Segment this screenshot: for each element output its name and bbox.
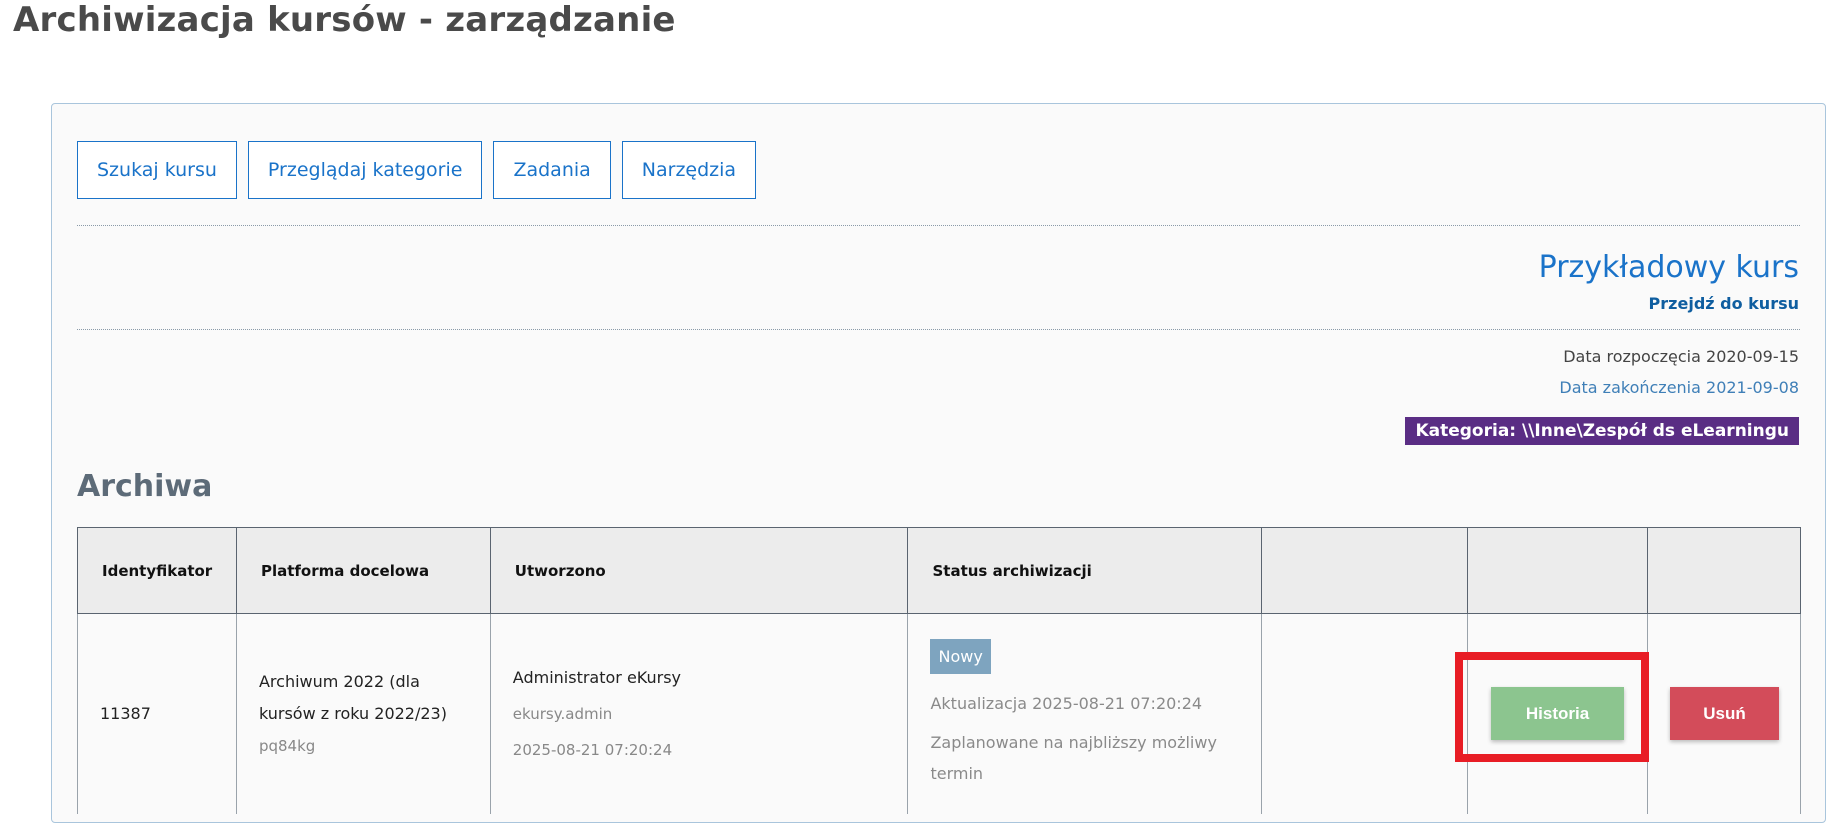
status-planned-line1: Zaplanowane na najbliższy możliwy <box>930 732 1217 752</box>
created-login: ekursy.admin <box>512 704 613 723</box>
cell-platform: Archiwum 2022 (dla kursów z roku 2022/23… <box>235 613 491 814</box>
status-planned-line2: termin <box>930 763 984 783</box>
col-header-empty <box>1261 527 1469 614</box>
cell-status: Nowy Aktualizacja 2025-08-21 07:20:24 Za… <box>907 613 1263 814</box>
course-end-date: Data zakończenia 2021-09-08 <box>1559 378 1799 397</box>
history-button[interactable]: Historia <box>1491 687 1625 741</box>
tab-search-course[interactable]: Szukaj kursu <box>77 141 237 199</box>
course-name: Przykładowy kurs <box>1538 250 1799 285</box>
created-by: Administrator eKursy <box>512 667 682 687</box>
col-header-empty <box>1467 527 1648 614</box>
created-at: 2025-08-21 07:20:24 <box>512 740 673 759</box>
tab-tasks[interactable]: Zadania <box>493 141 611 199</box>
col-header-status: Status archiwizacji <box>907 527 1263 614</box>
platform-code: pq84kg <box>258 736 316 755</box>
col-header-id: Identyfikator <box>77 527 237 614</box>
tab-tools[interactable]: Narzędzia <box>621 141 757 199</box>
delete-button[interactable]: Usuń <box>1669 687 1779 741</box>
col-header-platform: Platforma docelowa <box>235 527 491 614</box>
status-updated: Aktualizacja 2025-08-21 07:20:24 <box>930 693 1203 713</box>
category-badge: Kategoria: \\Inne\Zespół ds eLearningu <box>1405 417 1799 445</box>
course-archive-panel: Szukaj kursu Przeglądaj kategorie Zadani… <box>51 103 1826 823</box>
cell-id: 11387 <box>77 613 237 814</box>
divider <box>77 225 1800 226</box>
tab-browse-categories[interactable]: Przeglądaj kategorie <box>247 141 483 199</box>
archives-heading: Archiwa <box>77 469 213 504</box>
goto-course-link[interactable]: Przejdź do kursu <box>1649 294 1799 313</box>
course-start-date: Data rozpoczęcia 2020-09-15 <box>1563 347 1799 366</box>
page-title: Archiwizacja kursów - zarządzanie <box>13 0 676 40</box>
cell-created: Administrator eKursy ekursy.admin 2025-0… <box>489 613 909 814</box>
divider <box>77 329 1800 330</box>
platform-name-line1: Archiwum 2022 (dla <box>258 671 420 691</box>
archives-table: Identyfikator Platforma docelowa Utworzo… <box>77 527 1802 814</box>
table-header-row: Identyfikator Platforma docelowa Utworzo… <box>77 527 1802 614</box>
col-header-empty <box>1646 527 1802 614</box>
col-header-created: Utworzono <box>489 527 909 614</box>
cell-empty <box>1261 613 1469 814</box>
table-row: 11387 Archiwum 2022 (dla kursów z roku 2… <box>77 613 1802 814</box>
status-badge: Nowy <box>930 638 991 674</box>
platform-name-line2: kursów z roku 2022/23) <box>258 703 447 723</box>
cell-delete: Usuń <box>1646 613 1802 814</box>
cell-history: Historia <box>1467 613 1648 814</box>
nav-tabs: Szukaj kursu Przeglądaj kategorie Zadani… <box>77 141 767 199</box>
